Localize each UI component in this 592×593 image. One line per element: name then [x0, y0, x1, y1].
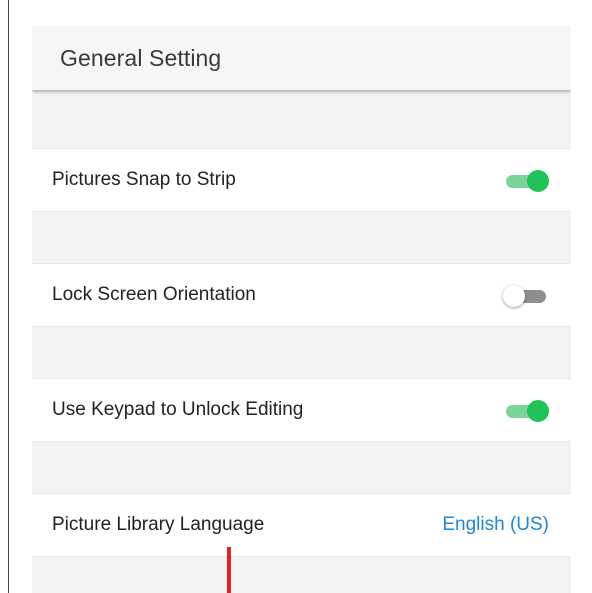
section-spacer [32, 557, 571, 593]
toggle-knob [527, 400, 549, 422]
settings-panel: General Setting Pictures Snap to Strip L… [32, 26, 571, 593]
red-cursor-marker [227, 547, 231, 593]
left-divider [8, 0, 9, 593]
keypad-unlock-toggle[interactable] [503, 400, 549, 422]
toggle-knob [527, 170, 549, 192]
settings-header: General Setting [32, 26, 571, 90]
section-spacer [32, 327, 571, 378]
toggle-knob [503, 285, 525, 307]
setting-label-lock-orientation: Lock Screen Orientation [52, 284, 256, 305]
lock-orientation-toggle[interactable] [503, 285, 549, 307]
library-language-value[interactable]: English (US) [442, 514, 549, 536]
section-spacer [32, 442, 571, 493]
setting-label-library-language: Picture Library Language [52, 514, 265, 535]
setting-label-snap-to-strip: Pictures Snap to Strip [52, 169, 236, 190]
page-title: General Setting [60, 45, 222, 71]
setting-row-library-language[interactable]: Picture Library Language English (US) [32, 493, 571, 557]
setting-row-keypad-unlock[interactable]: Use Keypad to Unlock Editing [32, 378, 571, 442]
setting-label-keypad-unlock: Use Keypad to Unlock Editing [52, 399, 304, 420]
snap-to-strip-toggle[interactable] [503, 170, 549, 192]
section-spacer [32, 90, 571, 148]
section-spacer [32, 212, 571, 263]
setting-row-snap-to-strip[interactable]: Pictures Snap to Strip [32, 148, 571, 212]
setting-row-lock-orientation[interactable]: Lock Screen Orientation [32, 263, 571, 327]
settings-screen: General Setting Pictures Snap to Strip L… [0, 0, 592, 593]
